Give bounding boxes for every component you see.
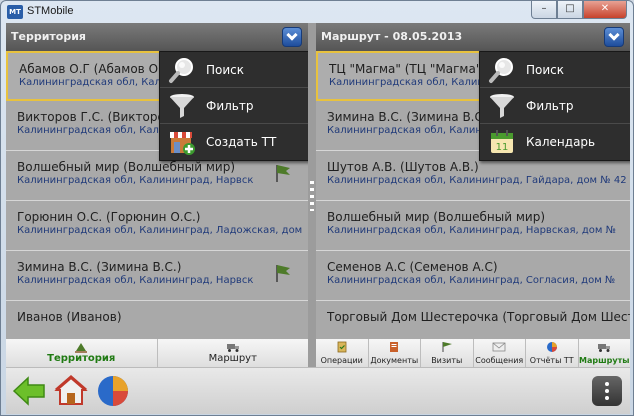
route-popup-menu: Поиск Фильтр 11 Календарь — [479, 51, 630, 161]
tab-label: Территория — [47, 353, 116, 364]
list-item[interactable]: Волшебный мир (Волшебный мир) Калинингра… — [316, 201, 630, 251]
tab-label: Визиты — [431, 356, 463, 365]
menu-item-filter[interactable]: Фильтр — [480, 88, 630, 124]
list-item[interactable]: Иванов (Иванов) — [6, 301, 308, 339]
tab-visits[interactable]: Визиты — [421, 339, 474, 367]
territory-menu-button[interactable] — [282, 27, 302, 47]
tab-label: Маршруты — [579, 356, 630, 365]
list-item[interactable]: Семенов А.С (Семенов А.С) Калининградска… — [316, 251, 630, 301]
list-item[interactable]: Торговый Дом Шестерочка (Торговый Дом Ше… — [316, 301, 630, 339]
more-menu-button[interactable] — [592, 376, 622, 406]
tab-messages[interactable]: Сообщения — [474, 339, 526, 367]
tab-territory[interactable]: Территория — [6, 339, 158, 367]
flag-icon — [276, 165, 290, 182]
client-area: Территория Абамов О.Г (Абамов О.Г) Калин… — [6, 23, 630, 414]
item-address: Калининградская обл, Калининград, Нарвск… — [327, 225, 617, 236]
territory-icon — [75, 343, 88, 353]
territory-tabs: Территория Маршрут — [6, 339, 308, 367]
funnel-icon — [170, 94, 194, 118]
dot — [605, 396, 609, 400]
calendar-icon: 11 — [491, 130, 513, 153]
title-bar[interactable]: MT STMobile – □ ✕ — [1, 1, 633, 23]
app-window: MT STMobile – □ ✕ Территория Абамов О.Г … — [0, 0, 634, 416]
route-menu-button[interactable] — [604, 27, 624, 47]
menu-item-search[interactable]: Поиск — [160, 52, 308, 88]
list-item[interactable]: Горюнин О.С. (Горюнин О.С.) Калининградс… — [6, 201, 308, 251]
back-arrow-icon[interactable] — [12, 374, 46, 408]
magnifier-icon — [169, 58, 193, 83]
close-button[interactable]: ✕ — [583, 1, 627, 19]
item-name: Семенов А.С (Семенов А.С) — [327, 260, 498, 274]
pie-chart-icon — [546, 342, 557, 352]
grip-icon — [310, 181, 314, 211]
truck-icon — [598, 344, 611, 352]
pie-chart-icon[interactable] — [96, 374, 130, 408]
item-name: Торговый Дом Шестерочка (Торговый Дом Ше… — [327, 310, 630, 324]
panel-splitter[interactable] — [308, 23, 316, 367]
magnifier-icon — [489, 58, 513, 83]
tab-reports[interactable]: Отчёты ТТ — [526, 339, 579, 367]
chevron-down-icon — [286, 29, 298, 41]
tab-documents[interactable]: Документы — [369, 339, 421, 367]
window-title: STMobile — [27, 5, 74, 17]
item-name: Иванов (Иванов) — [17, 310, 122, 324]
route-header: Маршрут - 08.05.2013 — [316, 23, 630, 51]
territory-popup-menu: Поиск Фильтр Создать ТТ — [159, 51, 308, 161]
menu-item-label: Поиск — [206, 63, 245, 77]
menu-item-label: Календарь — [526, 135, 596, 149]
list-item[interactable]: Зимина В.С. (Зимина В.С.) Калининградска… — [6, 251, 308, 301]
territory-header: Территория — [6, 23, 308, 51]
item-name: Шутов А.В. (Шутов А.В.) — [327, 160, 479, 174]
item-address: Калининградская обл, Калининград, Соглас… — [327, 275, 616, 286]
truck-icon — [226, 344, 239, 352]
item-address: Калининградская обл, Калининград, Нарвск — [17, 175, 254, 186]
territory-panel: Территория Абамов О.Г (Абамов О.Г) Калин… — [6, 23, 308, 339]
clipboard-icon — [337, 341, 347, 353]
tab-label: Операции — [320, 356, 363, 365]
item-name: Волшебный мир (Волшебный мир) — [327, 210, 545, 224]
item-name: Зимина В.С. (Зимина В.С.) — [17, 260, 182, 274]
svg-text:11: 11 — [496, 142, 509, 153]
item-address: Калининградская обл, Калининград, Гайдар… — [327, 175, 627, 186]
tab-routes[interactable]: Маршруты — [579, 339, 631, 367]
item-address: Калининградская обл, Калининград, Ладожс… — [17, 225, 303, 236]
menu-item-label: Фильтр — [526, 99, 574, 113]
menu-item-label: Создать ТТ — [206, 135, 277, 149]
item-address: Калининградская обл, Калининград, Нарвск — [17, 275, 254, 286]
app-icon: MT — [7, 5, 23, 19]
tab-label: Маршрут — [208, 353, 257, 364]
item-name: Горюнин О.С. (Горюнин О.С.) — [17, 210, 201, 224]
menu-item-create-outlet[interactable]: Создать ТТ — [160, 124, 308, 160]
menu-item-calendar[interactable]: 11 Календарь — [480, 124, 630, 160]
minimize-button[interactable]: – — [531, 1, 557, 19]
dot — [605, 389, 609, 393]
dot — [605, 382, 609, 386]
menu-item-label: Фильтр — [206, 99, 254, 113]
funnel-icon — [490, 94, 514, 118]
flag-icon — [276, 265, 290, 282]
window-controls: – □ ✕ — [531, 1, 627, 19]
tab-operations[interactable]: Операции — [316, 339, 369, 367]
menu-item-search[interactable]: Поиск — [480, 52, 630, 88]
flag-icon — [442, 342, 452, 352]
store-add-icon — [170, 132, 195, 155]
envelope-icon — [492, 342, 506, 352]
route-header-title: Маршрут - 08.05.2013 — [321, 30, 463, 43]
item-name: Волшебный мир (Волшебный мир) — [17, 160, 235, 174]
chevron-down-icon — [608, 29, 620, 41]
tab-route[interactable]: Маршрут — [158, 339, 309, 367]
maximize-button[interactable]: □ — [557, 1, 583, 19]
menu-item-filter[interactable]: Фильтр — [160, 88, 308, 124]
tab-label: Отчёты ТТ — [529, 356, 574, 365]
home-icon[interactable] — [54, 374, 88, 408]
tab-label: Документы — [370, 356, 419, 365]
tab-label: Сообщения — [475, 356, 524, 365]
route-tabs: Операции Документы Визиты Сообщения Отчё… — [316, 339, 630, 367]
document-icon — [390, 342, 399, 352]
bottom-bar — [6, 367, 630, 414]
menu-item-label: Поиск — [526, 63, 565, 77]
territory-header-title: Территория — [11, 30, 86, 43]
